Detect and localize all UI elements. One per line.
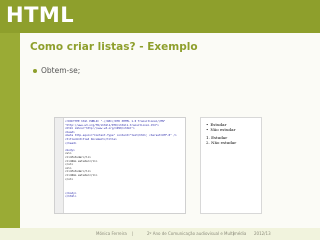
- footer-separator: |: [233, 231, 235, 236]
- footer-separator: |: [132, 231, 134, 236]
- code-lines: <!DOCTYPE html PUBLIC "-//W3C//DTD XHTML…: [65, 119, 183, 199]
- bullet-item: Obtem-se;: [33, 66, 80, 75]
- code-line: </html>: [65, 194, 77, 199]
- unordered-list: Estudar Não estudar: [206, 122, 258, 132]
- footer-course: 2º Ano de Comunicação audiovisual e Mult…: [147, 231, 247, 236]
- code-screenshot: <!DOCTYPE html PUBLIC "-//W3C//DTD XHTML…: [54, 117, 186, 214]
- line-number-gutter: [55, 118, 64, 213]
- bullet-dot-icon: [33, 68, 37, 73]
- slide-title: HTML: [6, 3, 75, 27]
- ordered-list: 1. Estudar 2. Não estudar: [206, 135, 258, 145]
- bullet-text: Obtem-se;: [41, 66, 81, 75]
- rendered-output-screenshot: Estudar Não estudar 1. Estudar 2. Não es…: [200, 117, 262, 214]
- footer-year: 2012/13: [254, 231, 271, 236]
- ordered-list-item: 2. Não estudar: [206, 140, 237, 145]
- slide-subtitle: Como criar listas? - Exemplo: [30, 41, 198, 53]
- left-accent-strip: [0, 33, 20, 240]
- unordered-list-item: Não estudar: [206, 127, 258, 132]
- footer-author: Mónica Ferreira: [96, 231, 127, 236]
